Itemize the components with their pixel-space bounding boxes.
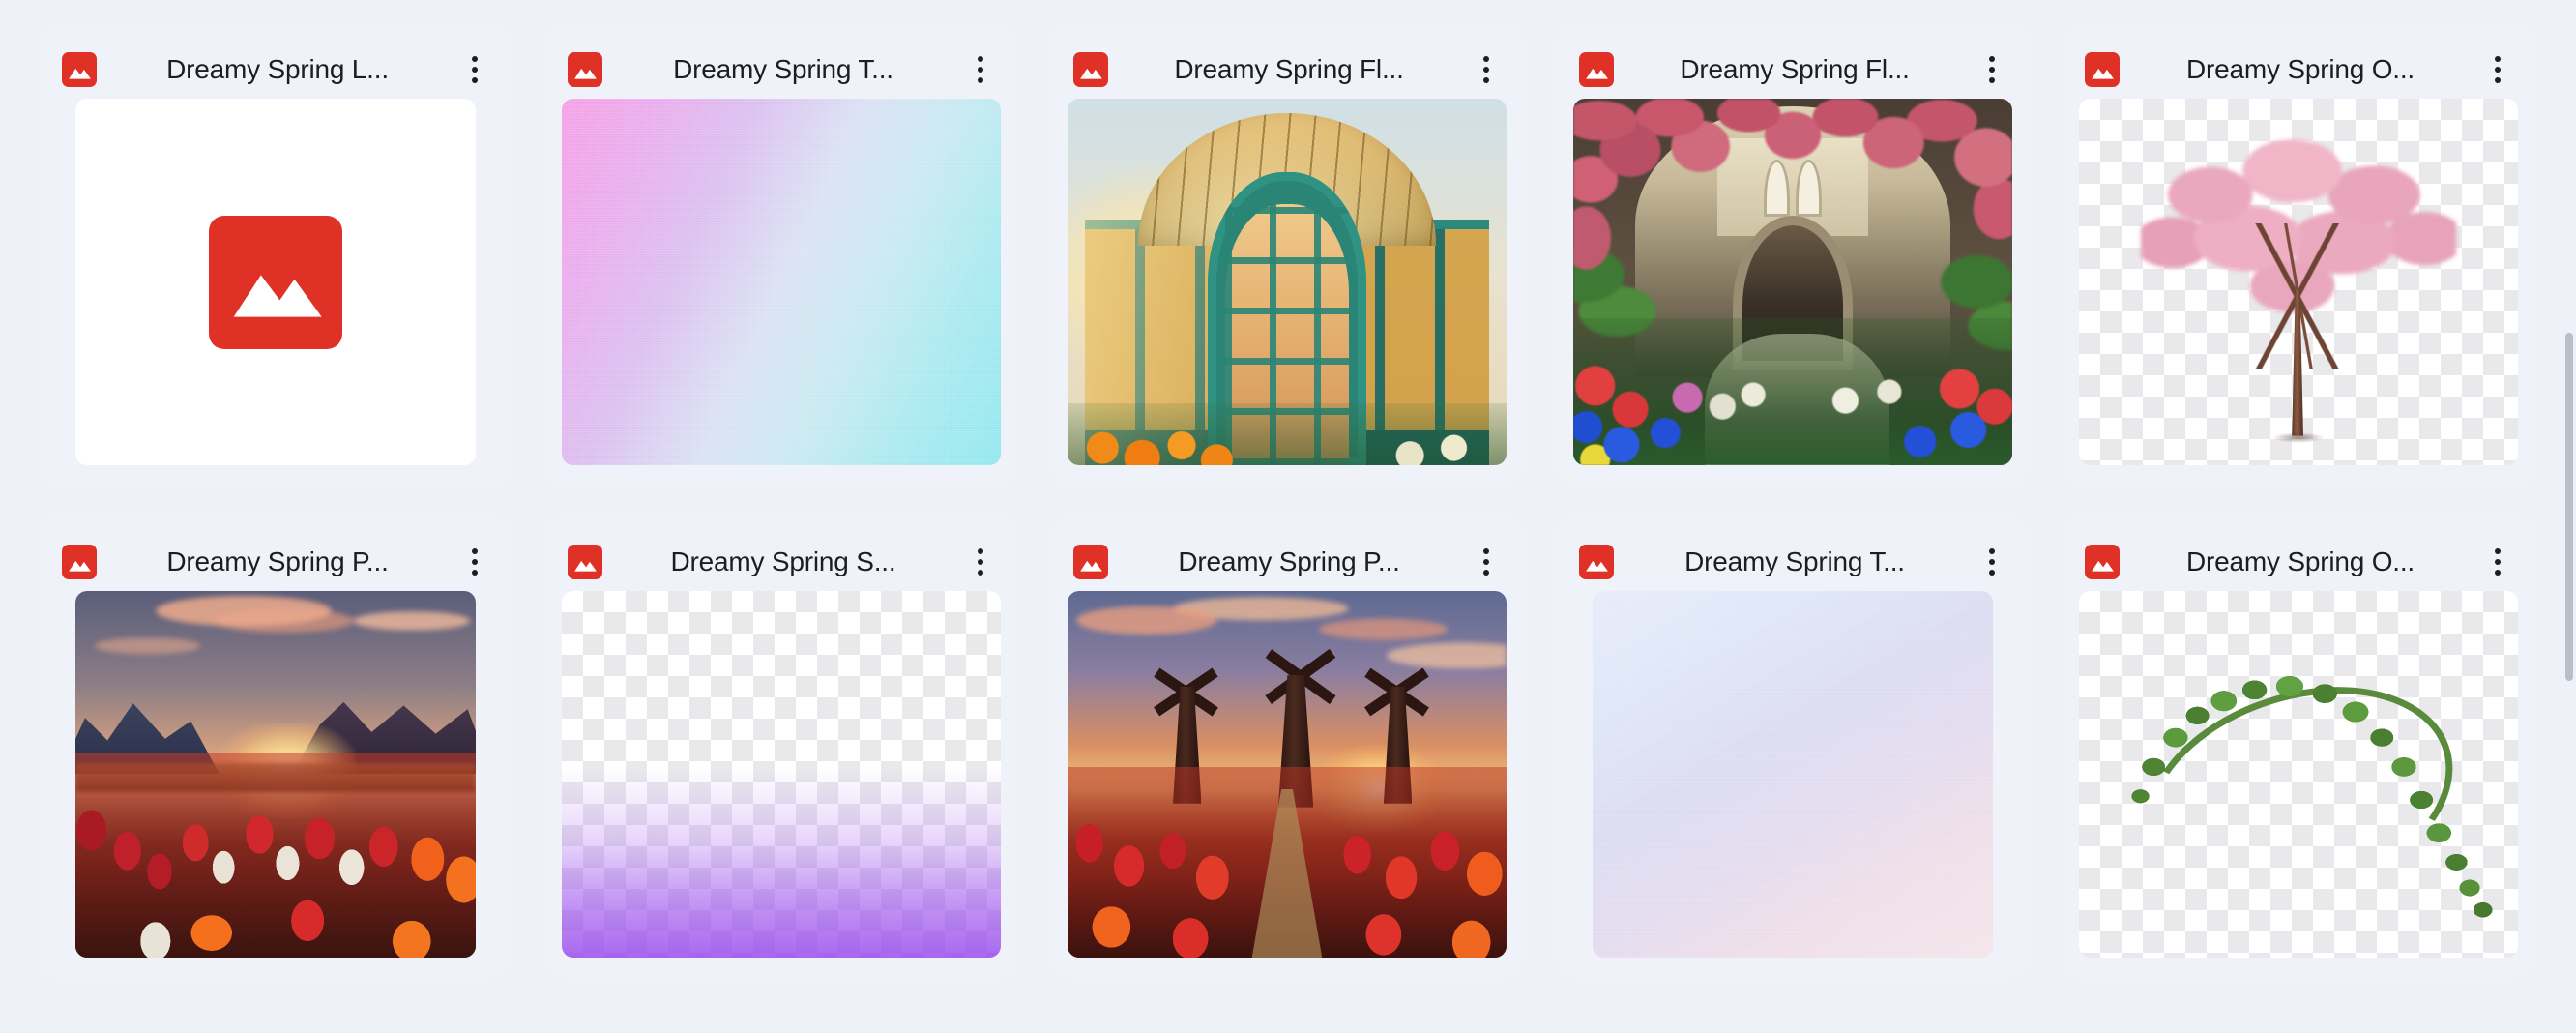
tulip-blooms <box>75 753 476 958</box>
vertical-scrollbar[interactable] <box>2562 0 2576 1033</box>
more-vertical-icon[interactable] <box>964 50 997 89</box>
card-header: Dreamy Spring Fl... <box>1068 41 1507 99</box>
card-header: Dreamy Spring T... <box>562 41 1001 99</box>
asset-card[interactable]: Dreamy Spring P... <box>1050 516 1524 979</box>
more-vertical-icon[interactable] <box>2481 543 2514 581</box>
card-header: Dreamy Spring L... <box>56 41 495 99</box>
image-icon <box>568 52 602 87</box>
card-header: Dreamy Spring O... <box>2079 533 2518 591</box>
more-vertical-icon[interactable] <box>1470 543 1503 581</box>
asset-card[interactable]: Dreamy Spring P... <box>39 516 512 979</box>
card-header: Dreamy Spring S... <box>562 533 1001 591</box>
image-icon <box>568 545 602 579</box>
asset-card[interactable]: Dreamy Spring Fl... <box>1556 23 2030 487</box>
asset-card[interactable]: Dreamy Spring Fl... <box>1050 23 1524 487</box>
image-icon <box>62 52 97 87</box>
card-thumbnail[interactable] <box>1593 591 1993 958</box>
card-title: Dreamy Spring Fl... <box>1108 54 1470 85</box>
card-header: Dreamy Spring P... <box>1068 533 1507 591</box>
flower-bed <box>1068 403 1507 465</box>
asset-card[interactable]: Dreamy Spring O... <box>2062 516 2535 979</box>
image-icon <box>1579 52 1614 87</box>
more-vertical-icon[interactable] <box>1976 50 2008 89</box>
asset-card[interactable]: Dreamy Spring T... <box>544 23 1018 487</box>
card-thumbnail[interactable] <box>2079 591 2518 958</box>
card-header: Dreamy Spring O... <box>2079 41 2518 99</box>
broken-image-icon <box>209 216 342 349</box>
asset-card-grid: Dreamy Spring L... Dreamy Spring T... <box>0 0 2576 979</box>
card-thumbnail[interactable] <box>75 99 476 465</box>
card-header: Dreamy Spring P... <box>56 533 495 591</box>
asset-card[interactable]: Dreamy Spring T... <box>1556 516 2030 979</box>
card-title: Dreamy Spring P... <box>97 546 458 577</box>
image-icon <box>1073 545 1108 579</box>
image-icon <box>2085 52 2120 87</box>
card-thumbnail[interactable] <box>1068 99 1507 465</box>
card-thumbnail[interactable] <box>2079 99 2518 465</box>
more-vertical-icon[interactable] <box>2481 50 2514 89</box>
vine-leaves <box>2079 591 2518 958</box>
card-title: Dreamy Spring T... <box>602 54 964 85</box>
card-thumbnail[interactable] <box>562 591 1001 958</box>
card-title: Dreamy Spring P... <box>1108 546 1470 577</box>
scrollbar-thumb[interactable] <box>2565 333 2573 681</box>
purple-mist-overlay <box>562 591 1001 958</box>
card-thumbnail[interactable] <box>562 99 1001 465</box>
card-title: Dreamy Spring Fl... <box>1614 54 1976 85</box>
more-vertical-icon[interactable] <box>1976 543 2008 581</box>
asset-card[interactable]: Dreamy Spring L... <box>39 23 512 487</box>
image-icon <box>1579 545 1614 579</box>
card-header: Dreamy Spring T... <box>1573 533 2012 591</box>
asset-card[interactable]: Dreamy Spring O... <box>2062 23 2535 487</box>
image-icon <box>1073 52 1108 87</box>
more-vertical-icon[interactable] <box>458 543 491 581</box>
card-title: Dreamy Spring O... <box>2120 546 2481 577</box>
noise-overlay <box>1593 591 1993 958</box>
more-vertical-icon[interactable] <box>458 50 491 89</box>
asset-card[interactable]: Dreamy Spring S... <box>544 516 1018 979</box>
card-header: Dreamy Spring Fl... <box>1573 41 2012 99</box>
card-thumbnail[interactable] <box>75 591 476 958</box>
card-title: Dreamy Spring L... <box>97 54 458 85</box>
noise-overlay <box>562 99 1001 465</box>
image-icon <box>2085 545 2120 579</box>
cherry-blossom-tree <box>2079 99 2518 465</box>
flower-beds <box>1573 318 2012 465</box>
tree-base-shadow <box>2272 432 2325 443</box>
image-icon <box>62 545 97 579</box>
card-title: Dreamy Spring S... <box>602 546 964 577</box>
card-title: Dreamy Spring O... <box>2120 54 2481 85</box>
card-thumbnail[interactable] <box>1068 591 1507 958</box>
more-vertical-icon[interactable] <box>1470 50 1503 89</box>
more-vertical-icon[interactable] <box>964 543 997 581</box>
card-title: Dreamy Spring T... <box>1614 546 1976 577</box>
card-thumbnail[interactable] <box>1573 99 2012 465</box>
clouds <box>75 591 476 716</box>
